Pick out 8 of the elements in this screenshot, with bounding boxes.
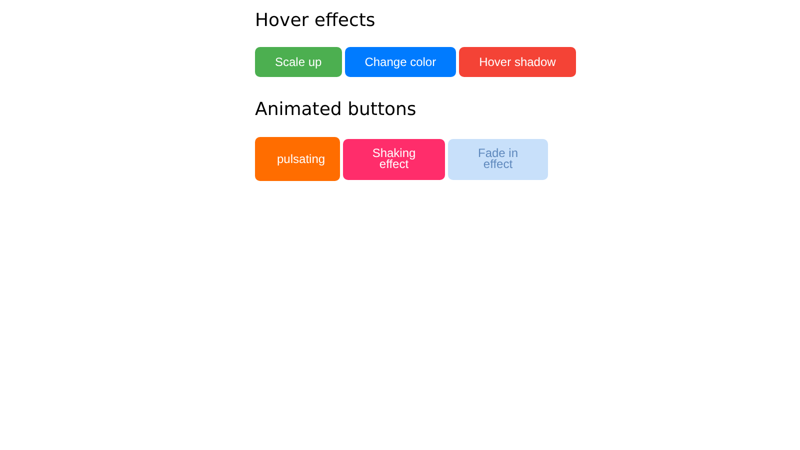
effect-button[interactable]: Scale up	[255, 47, 342, 77]
effect-button[interactable]: Fade in effect	[448, 138, 548, 180]
effect-button[interactable]: pulsating	[255, 137, 340, 181]
effect-button[interactable]: Hover shadow	[459, 47, 576, 77]
effect-button[interactable]: Shaking effect	[343, 138, 445, 180]
section-heading: Animated buttons	[255, 98, 418, 122]
effect-button[interactable]: Change color	[344, 47, 456, 77]
section-heading: Hover effects	[255, 9, 376, 33]
